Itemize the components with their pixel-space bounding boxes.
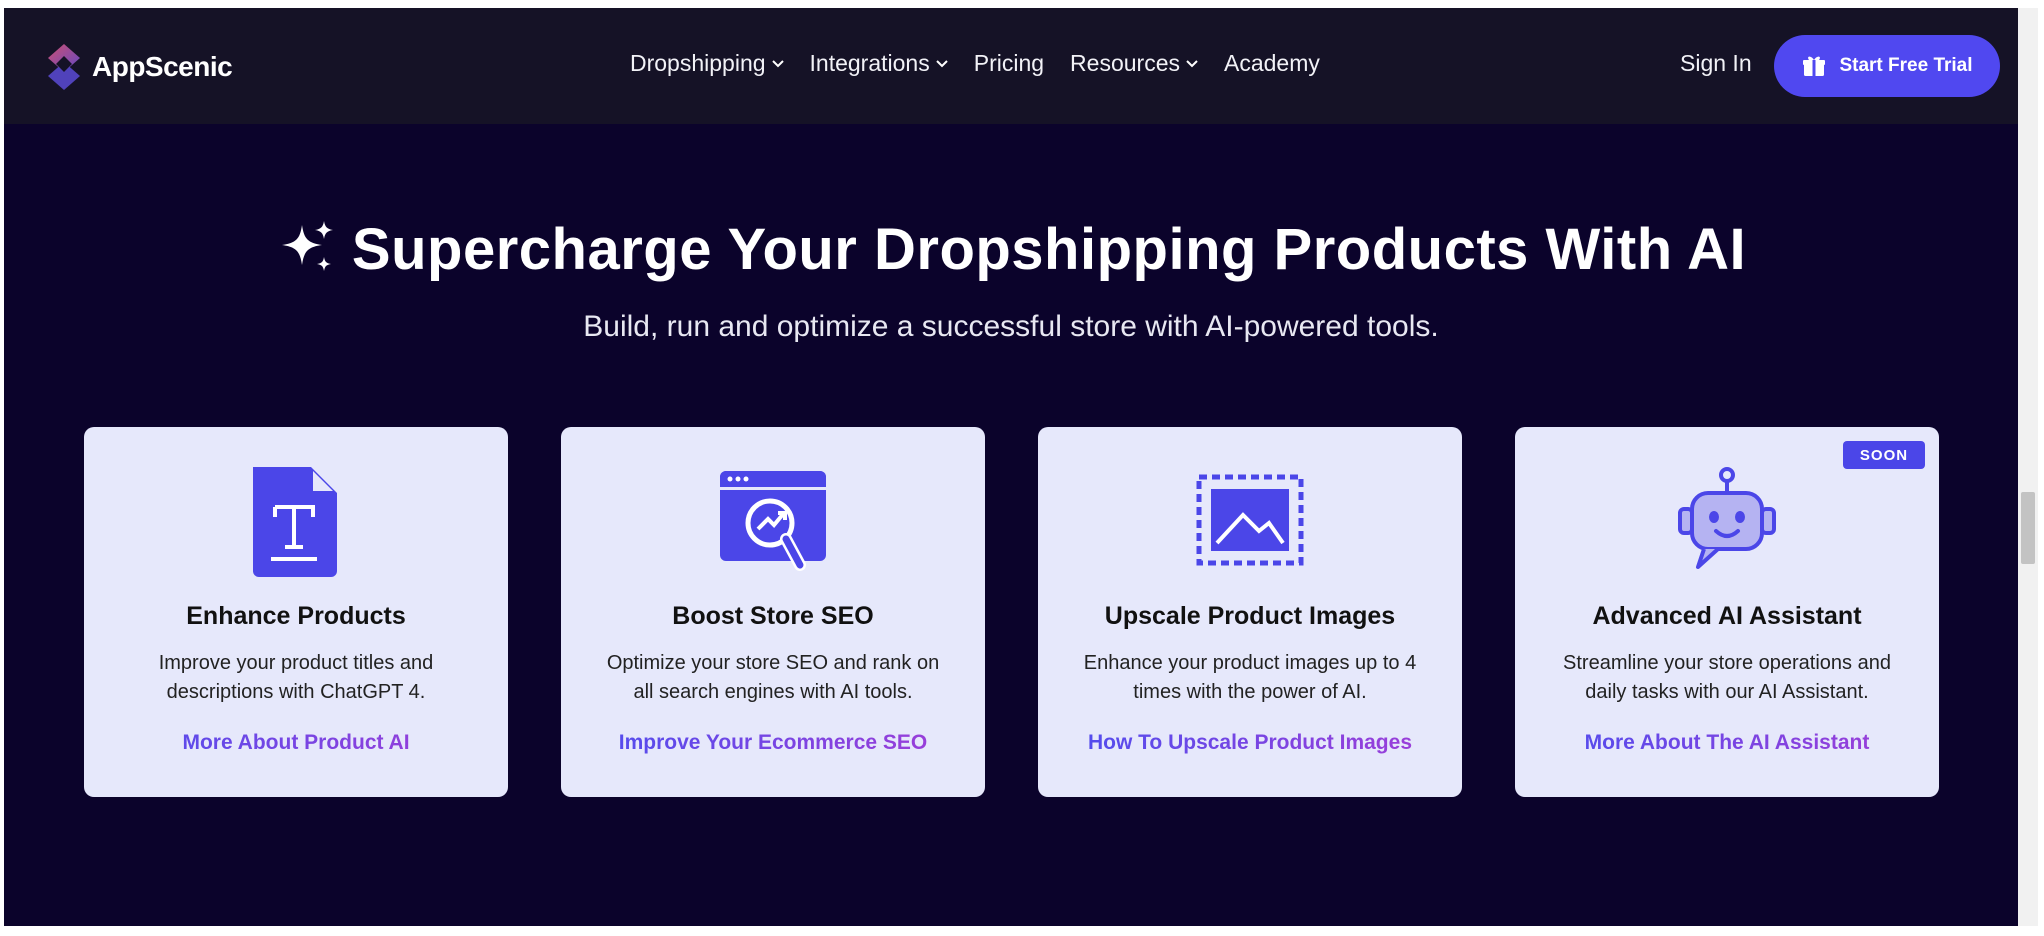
card-description-line: Streamline your store operations and xyxy=(1563,652,1891,674)
nav-item-dropshipping[interactable]: Dropshipping xyxy=(630,50,784,77)
gift-box-icon xyxy=(1803,56,1826,76)
chevron-down-icon xyxy=(771,59,784,67)
more-about-product-ai-link[interactable]: More About Product AI xyxy=(84,731,508,755)
nav-item-label: Dropshipping xyxy=(630,50,766,76)
nav-item-pricing[interactable]: Pricing xyxy=(974,50,1044,77)
top-nav: AppScenic Dropshipping Integrations Pric… xyxy=(4,8,2018,124)
card-description: Streamline your store operations and dai… xyxy=(1535,649,1919,707)
feature-card-enhance-products: Enhance Products Improve your product ti… xyxy=(84,427,508,797)
main-menu: Dropshipping Integrations Pricing Resour… xyxy=(630,50,1320,77)
card-description-line: daily tasks with our AI Assistant. xyxy=(1585,681,1869,703)
card-title: Enhance Products xyxy=(186,602,406,630)
sparkles-icon xyxy=(281,220,333,271)
nav-item-label: Pricing xyxy=(973,50,1045,76)
nav-item-label: Academy xyxy=(1223,50,1320,76)
chevron-down-icon xyxy=(936,59,948,67)
upscale-product-images-link[interactable]: How To Upscale Product Images xyxy=(1038,731,1462,755)
card-description-line: times with the power of AI. xyxy=(1133,681,1367,703)
card-description-line: Optimize your store SEO and rank on xyxy=(606,652,940,674)
nav-item-integrations[interactable]: Integrations xyxy=(810,50,948,77)
image-upscale-icon xyxy=(1196,474,1304,566)
brand-name: AppScenic xyxy=(92,51,233,82)
page-viewport: AppScenic Dropshipping Integrations Pric… xyxy=(4,8,2018,926)
feature-card-upscale-images: Upscale Product Images Enhance your prod… xyxy=(1038,427,1462,797)
text-document-icon xyxy=(253,467,337,577)
improve-ecommerce-seo-link[interactable]: Improve Your Ecommerce SEO xyxy=(561,731,985,755)
nav-item-label: Integrations xyxy=(809,50,930,76)
nav-item-resources[interactable]: Resources xyxy=(1070,50,1198,77)
card-description-line: all search engines with AI tools. xyxy=(633,681,913,703)
card-title: Boost Store SEO xyxy=(672,602,874,630)
card-description: Enhance your product images up to 4 time… xyxy=(1058,649,1442,707)
more-about-ai-assistant-link[interactable]: More About The AI Assistant xyxy=(1515,731,1939,755)
start-free-trial-button[interactable]: Start Free Trial xyxy=(1774,35,2000,97)
hero-subtitle: Build, run and optimize a successful sto… xyxy=(583,310,1439,343)
appscenic-logo-icon xyxy=(48,44,80,90)
scrollbar-thumb[interactable] xyxy=(2021,492,2035,564)
card-description-line: descriptions with ChatGPT 4. xyxy=(166,681,426,703)
soon-badge: SOON xyxy=(1843,441,1925,469)
sign-in-link[interactable]: Sign In xyxy=(1680,50,1752,77)
card-description: Optimize your store SEO and rank on all … xyxy=(581,649,965,707)
seo-browser-icon xyxy=(720,471,826,571)
hero-title: Supercharge Your Dropshipping Products W… xyxy=(4,216,2018,283)
chevron-down-icon xyxy=(1186,59,1198,67)
card-title: Upscale Product Images xyxy=(1104,602,1396,630)
brand-logo[interactable]: AppScenic xyxy=(44,42,233,92)
feature-card-boost-seo: Boost Store SEO Optimize your store SEO … xyxy=(561,427,985,797)
robot-assistant-icon xyxy=(1678,467,1776,569)
nav-item-academy[interactable]: Academy xyxy=(1224,50,1320,77)
hero-title-text: Supercharge Your Dropshipping Products W… xyxy=(351,217,1747,282)
cta-label: Start Free Trial xyxy=(1839,55,1973,76)
page-scrollbar[interactable] xyxy=(2018,8,2038,926)
card-description: Improve your product titles and descript… xyxy=(104,649,488,707)
card-description-line: Improve your product titles and xyxy=(158,652,434,674)
card-title: Advanced AI Assistant xyxy=(1592,602,1862,630)
feature-card-ai-assistant: SOON Advanced AI Assistant Streamline yo… xyxy=(1515,427,1939,797)
nav-item-label: Resources xyxy=(1070,50,1180,76)
card-description-line: Enhance your product images up to 4 xyxy=(1083,652,1417,674)
